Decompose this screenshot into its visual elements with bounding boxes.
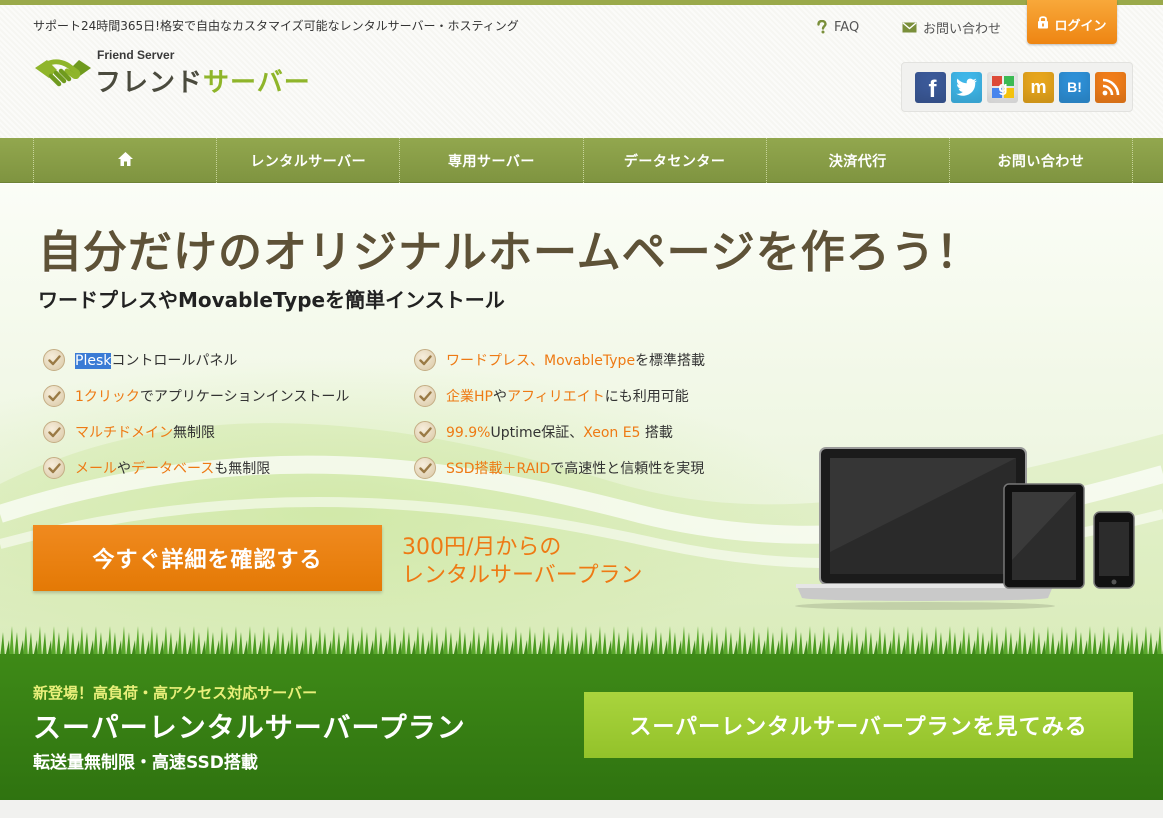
handshake-logo-icon <box>35 59 91 87</box>
feature-highlight: 1クリック <box>75 389 140 405</box>
feature-text: メールやデータベースも無制限 <box>75 458 270 478</box>
feature-highlight: メール <box>75 461 117 477</box>
feature-text-part: も無制限 <box>214 461 271 477</box>
feature-text: ワードプレス、MovableTypeを標準搭載 <box>446 350 705 370</box>
feature-text-part: や <box>117 461 131 477</box>
feature-highlight-selected: Plesk <box>75 353 112 369</box>
feature-text: Pleskコントロールパネル <box>75 350 237 370</box>
super-plan-promo: 新登場！高負荷・高アクセス対応サーバー スーパーレンタルサーバープラン 転送量無… <box>0 654 1163 800</box>
feature-item: Pleskコントロールパネル <box>43 349 349 371</box>
question-icon <box>816 20 828 34</box>
tablet-icon <box>1003 483 1085 589</box>
nav-item-contact[interactable]: お問い合わせ <box>948 138 1134 183</box>
feature-text-part: 無制限 <box>173 425 215 441</box>
promo-title: スーパーレンタルサーバープラン <box>33 711 466 744</box>
feature-text-part: コントロールパネル <box>111 353 238 369</box>
check-icon <box>414 457 436 479</box>
logo-wordmark: フレンドサーバー <box>95 62 311 99</box>
footer-strip <box>0 800 1163 818</box>
feature-text: 99.9%Uptime保証、Xeon E5 搭載 <box>446 422 673 442</box>
feature-text: マルチドメイン無制限 <box>75 422 215 442</box>
contact-link[interactable]: お問い合わせ <box>902 18 1002 37</box>
check-icon <box>414 349 436 371</box>
login-label: ログイン <box>1054 18 1107 34</box>
feature-text-part: で高速性と信頼性を実現 <box>550 461 705 477</box>
hero-title: 自分だけのオリジナルホームページを作ろう！ <box>38 227 981 278</box>
feature-list-left: Pleskコントロールパネル 1クリックでアプリケーションインストール マルチド… <box>43 349 349 479</box>
feature-text: 1クリックでアプリケーションインストール <box>75 386 349 406</box>
feature-highlight: 企業HP <box>446 389 493 405</box>
home-icon <box>117 151 134 171</box>
details-cta-button[interactable]: 今すぐ詳細を確認する <box>33 525 382 591</box>
feature-highlight: Xeon E5 <box>583 425 641 441</box>
nav-item-data-center[interactable]: データセンター <box>582 138 766 183</box>
logo-subtitle: Friend Server <box>97 48 175 62</box>
site-header: サポート24時間365日!格安で自由なカスタマイズ可能なレンタルサーバー・ホステ… <box>0 0 1163 138</box>
check-icon <box>414 385 436 407</box>
feature-highlight: 99.9% <box>446 425 491 441</box>
feature-text: SSD搭載＋RAIDで高速性と信頼性を実現 <box>446 458 704 478</box>
feature-text-part: 搭載 <box>640 425 673 441</box>
twitter-icon[interactable] <box>951 71 982 103</box>
feature-highlight: アフィリエイト <box>506 389 605 405</box>
feature-text: 企業HPやアフィリエイトにも利用可能 <box>446 386 689 406</box>
check-icon <box>43 385 65 407</box>
feature-text-part: でアプリケーションインストール <box>139 389 350 405</box>
contact-label: お問い合わせ <box>923 21 1002 37</box>
feature-highlight: ワードプレス、MovableType <box>446 353 636 369</box>
logo-wordmark-part2: サーバー <box>203 68 311 98</box>
site-tagline: サポート24時間365日!格安で自由なカスタマイズ可能なレンタルサーバー・ホステ… <box>33 19 519 33</box>
faq-link[interactable]: FAQ <box>816 18 859 36</box>
promo-kicker: 新登場！高負荷・高アクセス対応サーバー <box>33 684 318 702</box>
svg-text:g: g <box>998 79 1007 96</box>
hatena-bookmark-icon[interactable]: B! <box>1059 71 1090 103</box>
hero-subtitle: ワードプレスやMovableTypeを簡単インストール <box>38 288 505 312</box>
main-nav: レンタルサーバー 専用サーバー データセンター 決済代行 お問い合わせ <box>0 138 1163 183</box>
logo-wordmark-part1: フレンド <box>95 68 204 98</box>
feature-highlight: データベース <box>131 461 215 477</box>
grass-divider <box>0 618 1163 658</box>
feature-item: SSD搭載＋RAIDで高速性と信頼性を実現 <box>414 457 705 479</box>
feature-text-part: を標準搭載 <box>635 353 706 369</box>
check-icon <box>43 457 65 479</box>
feature-item: 99.9%Uptime保証、Xeon E5 搭載 <box>414 421 705 443</box>
lock-icon <box>1037 15 1049 33</box>
nav-item-payment[interactable]: 決済代行 <box>765 138 949 183</box>
nav-item-home[interactable] <box>33 138 216 183</box>
nav-items: レンタルサーバー 専用サーバー データセンター 決済代行 お問い合わせ <box>33 138 1134 183</box>
check-icon <box>414 421 436 443</box>
login-button[interactable]: ログイン <box>1027 0 1117 44</box>
feature-text-part: や <box>492 389 507 405</box>
rss-icon[interactable] <box>1095 71 1126 103</box>
devices-illustration <box>795 447 1135 610</box>
promo-subtitle: 転送量無制限・高速SSD搭載 <box>33 753 258 773</box>
nav-item-dedicated-server[interactable]: 専用サーバー <box>399 138 582 183</box>
mail-icon <box>902 21 917 33</box>
price-line-2: レンタルサーバープラン <box>402 563 643 588</box>
feature-highlight: SSD搭載＋RAID <box>446 461 551 477</box>
feature-item: 1クリックでアプリケーションインストール <box>43 385 349 407</box>
social-share-bar: f g m B! <box>901 62 1133 112</box>
feature-item: メールやデータベースも無制限 <box>43 457 349 479</box>
facebook-icon[interactable]: f <box>915 71 946 103</box>
check-icon <box>43 421 65 443</box>
feature-list-right: ワードプレス、MovableTypeを標準搭載 企業HPやアフィリエイトにも利用… <box>414 349 705 479</box>
google-icon[interactable]: g <box>987 71 1018 103</box>
feature-text-part: にも利用可能 <box>604 389 689 405</box>
feature-text-part: Uptime保証、 <box>490 425 584 441</box>
check-icon <box>43 349 65 371</box>
feature-item: 企業HPやアフィリエイトにも利用可能 <box>414 385 705 407</box>
nav-item-rental-server[interactable]: レンタルサーバー <box>216 138 399 183</box>
super-plan-button[interactable]: スーパーレンタルサーバープランを見てみる <box>584 692 1133 758</box>
feature-highlight: マルチドメイン <box>75 425 173 441</box>
mixi-icon[interactable]: m <box>1023 71 1054 103</box>
feature-item: マルチドメイン無制限 <box>43 421 349 443</box>
feature-item: ワードプレス、MovableTypeを標準搭載 <box>414 349 705 371</box>
smartphone-icon <box>1093 511 1135 589</box>
faq-label: FAQ <box>834 19 860 35</box>
site-logo[interactable]: Friend Server フレンドサーバー <box>33 48 353 103</box>
hero-section: 自分だけのオリジナルホームページを作ろう！ ワードプレスやMovableType… <box>0 184 1163 654</box>
